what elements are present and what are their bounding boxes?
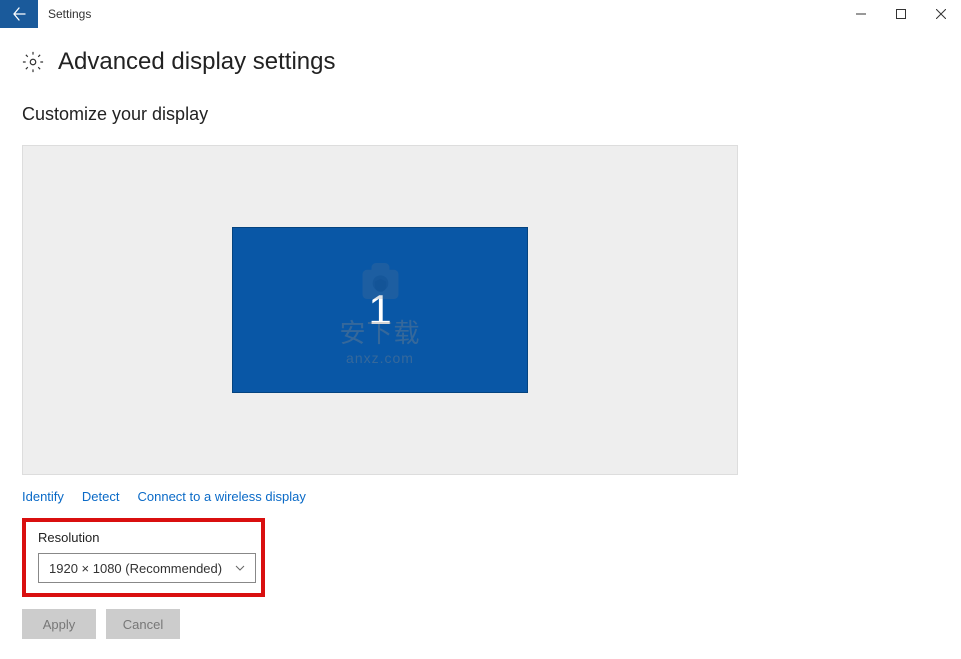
minimize-button[interactable]	[841, 0, 881, 28]
identify-link[interactable]: Identify	[22, 489, 64, 504]
connect-wireless-link[interactable]: Connect to a wireless display	[138, 489, 306, 504]
arrow-left-icon	[11, 6, 27, 22]
window-controls	[841, 0, 961, 28]
maximize-button[interactable]	[881, 0, 921, 28]
display-links: Identify Detect Connect to a wireless di…	[22, 489, 939, 504]
resolution-selected-value: 1920 × 1080 (Recommended)	[49, 561, 222, 576]
app-title: Settings	[48, 7, 91, 21]
chevron-down-icon	[235, 565, 245, 571]
monitor-thumbnail[interactable]: 1	[232, 227, 528, 393]
minimize-icon	[856, 9, 866, 19]
display-preview-area: 1 安下载 anxz.com	[22, 145, 738, 475]
close-button[interactable]	[921, 0, 961, 28]
maximize-icon	[896, 9, 906, 19]
page-content: Advanced display settings Customize your…	[0, 28, 961, 659]
section-subtitle: Customize your display	[22, 104, 939, 125]
action-buttons: Apply Cancel	[22, 609, 939, 639]
detect-link[interactable]: Detect	[82, 489, 120, 504]
close-icon	[936, 9, 946, 19]
back-button[interactable]	[0, 0, 38, 28]
titlebar: Settings	[0, 0, 961, 28]
apply-button[interactable]: Apply	[22, 609, 96, 639]
resolution-label: Resolution	[38, 530, 249, 545]
monitor-number: 1	[368, 286, 391, 334]
resolution-highlight: Resolution 1920 × 1080 (Recommended)	[22, 518, 265, 597]
page-title: Advanced display settings	[58, 48, 336, 76]
resolution-select[interactable]: 1920 × 1080 (Recommended)	[38, 553, 256, 583]
gear-icon	[22, 51, 44, 73]
cancel-button[interactable]: Cancel	[106, 609, 180, 639]
page-header: Advanced display settings	[22, 48, 939, 76]
